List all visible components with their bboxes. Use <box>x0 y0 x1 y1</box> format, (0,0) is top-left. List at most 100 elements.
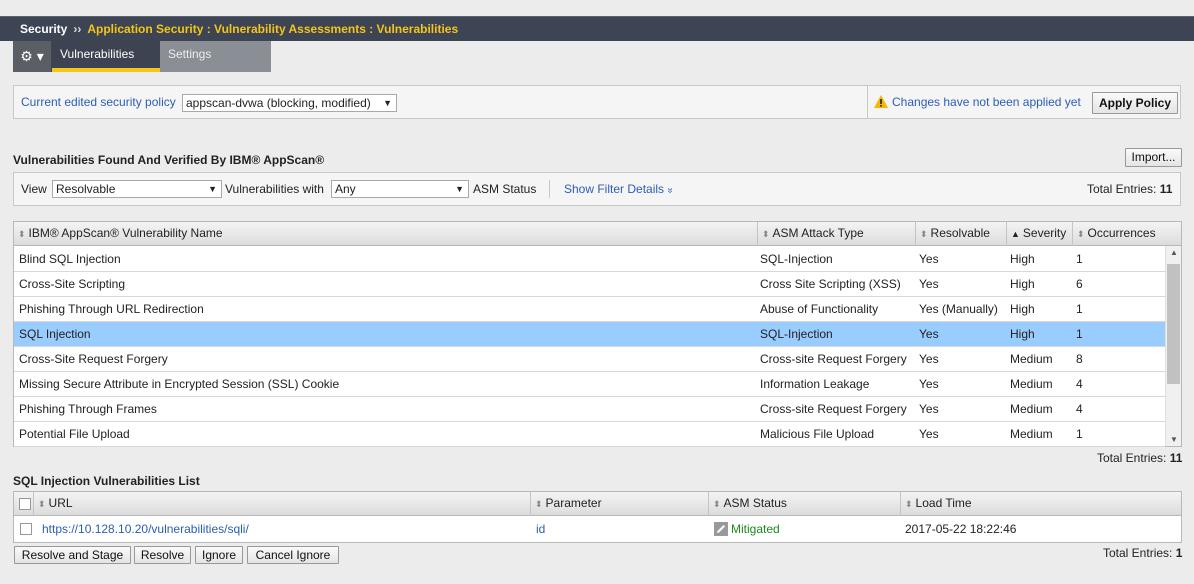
cell-type: Cross Site Scripting (XSS) <box>760 277 901 291</box>
vertical-scrollbar[interactable]: ▲ ▼ <box>1165 246 1181 446</box>
col-header-select <box>14 492 34 516</box>
cell-name: Blind SQL Injection <box>19 252 121 266</box>
cancel-ignore-button[interactable]: Cancel Ignore <box>247 546 339 564</box>
sort-icon: ⬍ <box>535 499 543 509</box>
tab-vulnerabilities[interactable]: Vulnerabilities <box>52 41 160 72</box>
col-header-label: IBM® AppScan® Vulnerability Name <box>28 226 223 240</box>
sqli-total-entries: Total Entries: 1 <box>1103 546 1182 560</box>
sort-icon: ⬍ <box>713 499 721 509</box>
cell-severity: Medium <box>1010 352 1053 366</box>
show-filter-link[interactable]: Show Filter Details » <box>564 182 676 196</box>
tab-settings[interactable]: Settings <box>160 41 271 72</box>
url-link[interactable]: https://10.128.10.20/vulnerabilities/sql… <box>42 517 249 541</box>
filter-bar: View Resolvable ▼ Vulnerabilities with An… <box>13 172 1181 206</box>
table-row[interactable]: Cross-Site Scripting Cross Site Scripting… <box>14 272 1165 297</box>
col-header-label: ASM Attack Type <box>772 226 864 240</box>
status-mitigated: Mitigated <box>731 522 780 536</box>
sort-icon: ⬍ <box>1077 229 1085 239</box>
cell-occ: 1 <box>1076 327 1083 341</box>
breadcrumb: Security ›› Application Security : Vulnera… <box>0 16 1194 41</box>
cell-type: SQL-Injection <box>760 327 833 341</box>
view-label: View <box>21 182 47 196</box>
col-header-attack-type[interactable]: ⬍ ASM Attack Type <box>758 222 916 246</box>
col-header-occurrences[interactable]: ⬍ Occurrences <box>1073 222 1181 246</box>
policy-label[interactable]: Current edited security policy <box>21 95 176 109</box>
col-header-label: Parameter <box>545 496 602 510</box>
col-header-name[interactable]: ⬍ IBM® AppScan® Vulnerability Name <box>14 222 758 246</box>
load-time-cell: 2017-05-22 18:22:46 <box>905 522 1017 536</box>
double-chevron-down-icon: » <box>664 187 676 194</box>
cell-name: Cross-Site Scripting <box>19 277 126 291</box>
breadcrumb-path[interactable]: Application Security : Vulnerability Ass… <box>87 22 458 36</box>
gear-menu-icon[interactable]: ⚙ ▾ <box>13 41 52 72</box>
import-button[interactable]: Import... <box>1125 148 1182 167</box>
table-row[interactable]: Potential File Upload Malicious File Uplo… <box>14 422 1165 447</box>
policy-select[interactable]: appscan-dvwa (blocking, modified) ▼ <box>182 94 397 112</box>
cell-name: Phishing Through Frames <box>19 402 157 416</box>
scrollbar-thumb[interactable] <box>1167 264 1180 384</box>
parameter-link[interactable]: id <box>536 517 545 541</box>
total-entries-bottom: Total Entries: 11 <box>1097 451 1182 465</box>
view-select-value: Resolvable <box>56 182 116 196</box>
table-row[interactable]: SQL Injection SQL-Injection Yes High 1 <box>14 322 1165 347</box>
ignore-button[interactable]: Ignore <box>195 546 243 564</box>
cell-occ: 1 <box>1076 302 1083 316</box>
edit-icon[interactable] <box>714 522 728 536</box>
table-row[interactable]: Phishing Through URL Redirection Abuse of… <box>14 297 1165 322</box>
total-entries: Total Entries: 11 <box>1087 182 1172 196</box>
breadcrumb-section[interactable]: Security <box>20 22 67 36</box>
col-header-severity[interactable]: ▲ Severity <box>1007 222 1073 246</box>
cell-type: Cross-site Request Forgery <box>760 352 907 366</box>
cell-severity: High <box>1010 302 1035 316</box>
resolve-button[interactable]: Resolve <box>134 546 191 564</box>
policy-bar: Current edited security policy appscan-d… <box>13 85 1181 119</box>
with-select[interactable]: Any ▼ <box>331 180 469 198</box>
policy-select-value: appscan-dvwa (blocking, modified) <box>186 96 371 110</box>
cell-name: SQL Injection <box>19 327 91 341</box>
apply-policy-button[interactable]: Apply Policy <box>1092 92 1178 114</box>
policy-warning-text: Changes have not been applied yet <box>892 95 1081 109</box>
cell-severity: Medium <box>1010 427 1053 441</box>
col-header-parameter[interactable]: ⬍ Parameter <box>531 492 709 516</box>
cell-type: Information Leakage <box>760 377 870 391</box>
table-row[interactable]: Blind SQL Injection SQL-Injection Yes High 1 <box>14 247 1165 272</box>
chevron-down-icon: ▼ <box>383 98 392 108</box>
sort-icon: ⬍ <box>762 229 770 239</box>
scroll-up-icon[interactable]: ▲ <box>1166 248 1182 257</box>
select-all-checkbox[interactable] <box>19 498 31 510</box>
cell-resolvable: Yes <box>919 252 939 266</box>
cell-severity: High <box>1010 277 1035 291</box>
view-select[interactable]: Resolvable ▼ <box>52 180 222 198</box>
cell-name: Potential File Upload <box>19 427 130 441</box>
tab-bar: ⚙ ▾ Vulnerabilities Settings <box>13 41 271 72</box>
cell-severity: Medium <box>1010 377 1053 391</box>
cell-name: Cross-Site Request Forgery <box>19 352 168 366</box>
divider <box>867 86 868 118</box>
col-header-asm-status[interactable]: ⬍ ASM Status <box>709 492 901 516</box>
table-row[interactable]: Cross-Site Request Forgery Cross-site Req… <box>14 347 1165 372</box>
row-checkbox[interactable] <box>20 523 32 535</box>
col-header-resolvable[interactable]: ⬍ Resolvable <box>916 222 1007 246</box>
sort-icon: ⬍ <box>920 229 928 239</box>
table-row[interactable]: Missing Secure Attribute in Encrypted Se… <box>14 372 1165 397</box>
col-header-load-time[interactable]: ⬍ Load Time <box>901 492 1181 516</box>
asm-status-cell: Mitigated <box>714 517 780 541</box>
cell-occ: 1 <box>1076 427 1083 441</box>
table-header: ⬍ URL ⬍ Parameter ⬍ ASM Status ⬍ Load Time <box>14 492 1181 516</box>
scroll-down-icon[interactable]: ▼ <box>1166 435 1182 444</box>
table-row[interactable]: https://10.128.10.20/vulnerabilities/sql… <box>14 517 1181 542</box>
divider <box>549 180 550 198</box>
resolve-and-stage-button[interactable]: Resolve and Stage <box>14 546 131 564</box>
total-entries-value: 1 <box>1175 546 1183 560</box>
sqli-section-title: SQL Injection Vulnerabilities List <box>13 474 200 488</box>
cell-occ: 4 <box>1076 402 1083 416</box>
with-select-value: Any <box>335 182 356 196</box>
sort-icon: ⬍ <box>18 229 26 239</box>
cell-severity: Medium <box>1010 402 1053 416</box>
cell-resolvable: Yes <box>919 352 939 366</box>
cell-resolvable: Yes <box>919 377 939 391</box>
col-header-url[interactable]: ⬍ URL <box>34 492 531 516</box>
cell-occ: 1 <box>1076 252 1083 266</box>
table-row[interactable]: Phishing Through Frames Cross-site Reques… <box>14 397 1165 422</box>
sort-icon: ⬍ <box>905 499 913 509</box>
